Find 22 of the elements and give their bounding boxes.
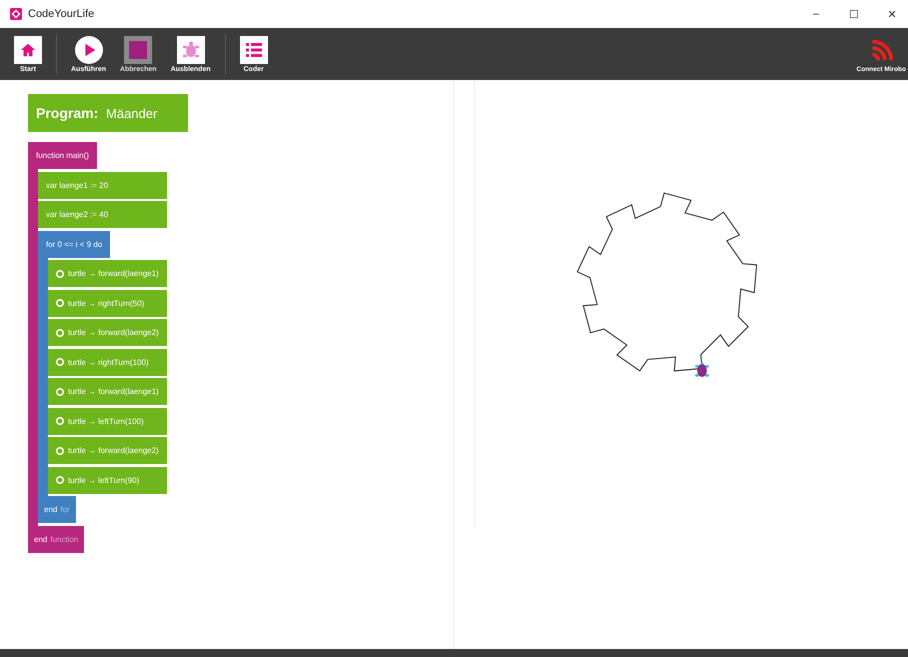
- command-block[interactable]: turtle → forward(laenge2): [48, 319, 167, 346]
- window-title: CodeYourLife: [28, 8, 94, 20]
- loop-block[interactable]: for 0 <= i < 9 do: [38, 230, 110, 258]
- command-block[interactable]: turtle → rightTurn(50): [48, 290, 167, 316]
- window-control[interactable]: ✕: [876, 8, 908, 20]
- command-block[interactable]: turtle → forward(laenge2): [48, 437, 167, 464]
- command-block[interactable]: turtle → rightTurn(100): [48, 348, 167, 376]
- variable-block[interactable]: var laenge2 := 40: [38, 201, 167, 228]
- stop-icon: [128, 40, 148, 60]
- app-logo-icon: [10, 8, 22, 20]
- window-control[interactable]: –: [800, 8, 832, 20]
- function-block[interactable]: function main(): [28, 142, 97, 169]
- command-block[interactable]: turtle → forward(laenge1): [48, 260, 167, 287]
- window-control[interactable]: ☐: [838, 8, 870, 20]
- turtle-icon: [180, 40, 201, 60]
- command-block[interactable]: turtle → forward(laenge1): [48, 378, 167, 405]
- command-block[interactable]: turtle → leftTurn(100): [48, 408, 167, 434]
- loop-end-block[interactable]: end for: [38, 496, 76, 523]
- command-block[interactable]: turtle → leftTurn(90): [48, 466, 167, 494]
- function-end-block[interactable]: end function: [28, 526, 84, 552]
- variable-block[interactable]: var laenge1 := 20: [38, 172, 167, 198]
- program-title: Program: Mäander: [28, 94, 188, 132]
